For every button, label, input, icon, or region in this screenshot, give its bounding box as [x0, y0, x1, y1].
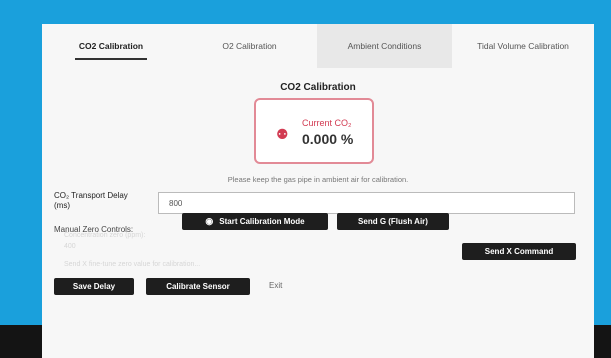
section-title: CO2 Calibration	[280, 82, 356, 93]
tab-label: Ambient Conditions	[347, 41, 422, 51]
send-g-label: Send G (Flush Air)	[358, 217, 428, 226]
tab-ambient-conditions[interactable]: Ambient Conditions	[317, 24, 452, 68]
send-x-command-button[interactable]: Send X Command	[462, 243, 576, 260]
camera-icon: ◉	[205, 216, 214, 226]
co2-value: 0.000 %	[302, 131, 354, 147]
transport-delay-input[interactable]	[158, 192, 575, 214]
tab-label: O2 Calibration	[222, 41, 277, 51]
save-delay-button[interactable]: Save Delay	[54, 278, 134, 295]
faded-concentration-label: Concentration zero (ppm):	[64, 232, 146, 239]
calibrate-sensor-label: Calibrate Sensor	[166, 282, 230, 291]
calibration-panel: CO2 Calibration O2 Calibration Ambient C…	[42, 24, 594, 358]
active-tab-underline	[75, 58, 147, 60]
current-co2-card: ⚉ Current CO₂ 0.000 %	[254, 98, 374, 164]
tab-tidal-volume-calibration[interactable]: Tidal Volume Calibration	[452, 24, 594, 68]
faded-finetune-note: Send X fine-tune zero value for calibrat…	[64, 261, 201, 268]
send-g-button[interactable]: Send G (Flush Air)	[337, 213, 449, 230]
co2-molecule-icon: ⚉	[276, 126, 289, 142]
exit-link[interactable]: Exit	[269, 281, 282, 290]
send-x-label: Send X Command	[484, 247, 554, 256]
start-calibration-label: Start Calibration Mode	[219, 217, 305, 226]
calibration-instruction: Please keep the gas pipe in ambient air …	[227, 175, 409, 184]
tab-label: CO2 Calibration	[78, 41, 144, 51]
tab-co2-calibration[interactable]: CO2 Calibration	[56, 24, 166, 68]
co2-label: Current CO₂	[302, 118, 352, 128]
faded-concentration-value: 400	[64, 243, 76, 250]
tab-bar: CO2 Calibration O2 Calibration Ambient C…	[42, 24, 594, 68]
tab-label: Tidal Volume Calibration	[477, 41, 569, 51]
start-calibration-mode-button[interactable]: ◉ Start Calibration Mode	[182, 213, 328, 230]
save-delay-label: Save Delay	[72, 282, 116, 291]
tab-o2-calibration[interactable]: O2 Calibration	[182, 24, 317, 68]
transport-delay-label: CO₂ Transport Delay (ms)	[54, 191, 128, 210]
calibrate-sensor-button[interactable]: Calibrate Sensor	[146, 278, 250, 295]
